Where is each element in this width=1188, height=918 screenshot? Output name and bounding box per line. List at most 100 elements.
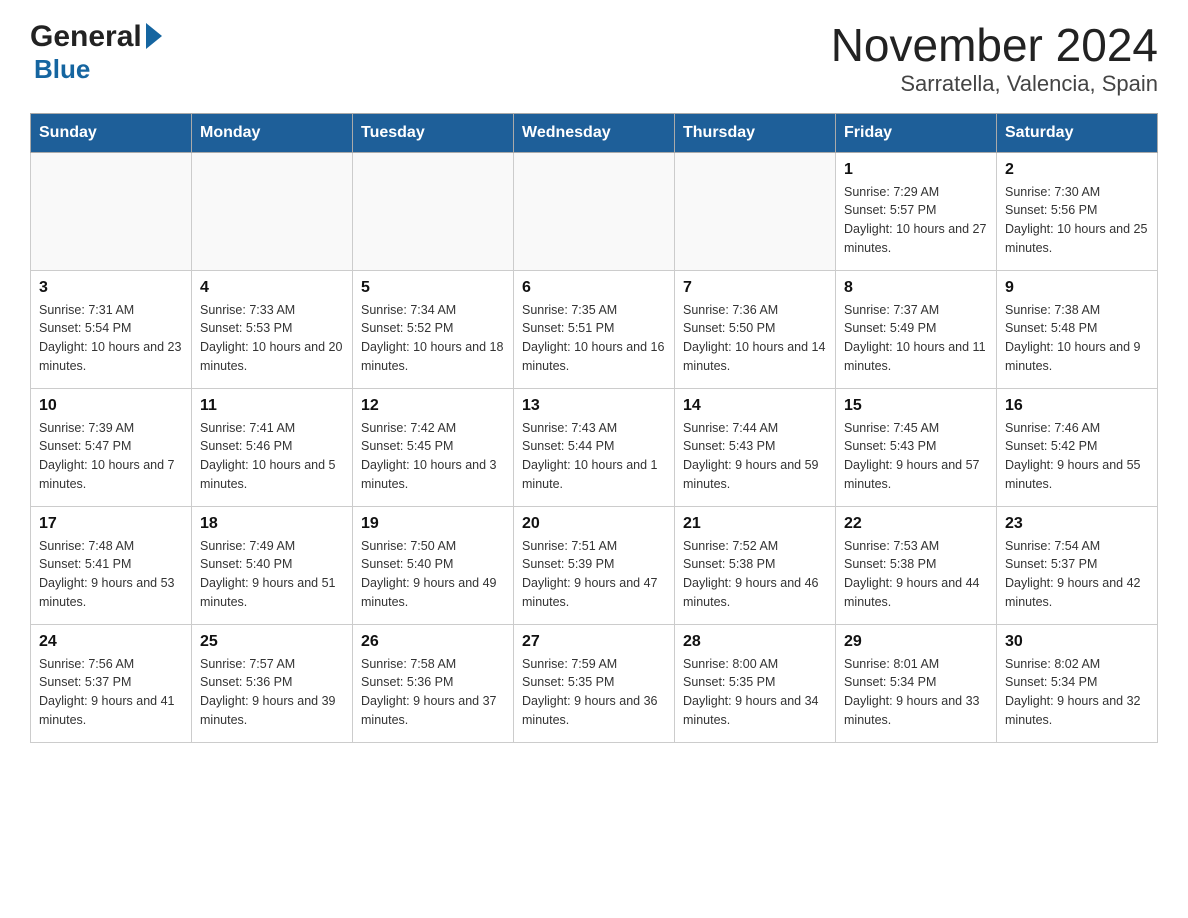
calendar-cell: 21 Sunrise: 7:52 AM Sunset: 5:38 PM Dayli… (675, 506, 836, 624)
calendar-cell: 7 Sunrise: 7:36 AM Sunset: 5:50 PM Daylig… (675, 270, 836, 388)
day-info: Sunrise: 7:44 AM Sunset: 5:43 PM Dayligh… (683, 419, 827, 494)
calendar-cell: 2 Sunrise: 7:30 AM Sunset: 5:56 PM Daylig… (997, 152, 1158, 270)
week-row-0: 1Sunrise: 7:29 AM Sunset: 5:57 PM Daylig… (31, 152, 1158, 270)
logo-blue-text: Blue (34, 54, 90, 84)
logo: General Blue (30, 20, 164, 85)
day-info: Sunrise: 7:54 AM Sunset: 5:37 PM Dayligh… (1005, 537, 1149, 612)
day-number: 12 (361, 397, 505, 415)
day-number: 24 (39, 633, 183, 651)
weekday-header-wednesday: Wednesday (514, 113, 675, 152)
calendar-cell: 24 Sunrise: 7:56 AM Sunset: 5:37 PM Dayli… (31, 624, 192, 742)
calendar-cell (31, 152, 192, 270)
day-info: Sunrise: 7:33 AM Sunset: 5:53 PM Dayligh… (200, 301, 344, 376)
weekday-header-saturday: Saturday (997, 113, 1158, 152)
calendar-cell: 12 Sunrise: 7:42 AM Sunset: 5:45 PM Dayli… (353, 388, 514, 506)
day-info: Sunrise: 7:43 AM Sunset: 5:44 PM Dayligh… (522, 419, 666, 494)
calendar-cell: 19 Sunrise: 7:50 AM Sunset: 5:40 PM Dayli… (353, 506, 514, 624)
day-number: 30 (1005, 633, 1149, 651)
calendar-cell: 26Sunrise: 7:58 AM Sunset: 5:36 PM Dayli… (353, 624, 514, 742)
calendar-cell: 13 Sunrise: 7:43 AM Sunset: 5:44 PM Dayli… (514, 388, 675, 506)
day-info: Sunrise: 7:35 AM Sunset: 5:51 PM Dayligh… (522, 301, 666, 376)
day-info: Sunrise: 7:39 AM Sunset: 5:47 PM Dayligh… (39, 419, 183, 494)
calendar-title: November 2024 (831, 20, 1158, 71)
week-row-3: 17 Sunrise: 7:48 AM Sunset: 5:41 PM Dayli… (31, 506, 1158, 624)
day-number: 13 (522, 397, 666, 415)
logo-triangle-icon (142, 21, 164, 51)
day-info: Sunrise: 7:31 AM Sunset: 5:54 PM Dayligh… (39, 301, 183, 376)
header: General Blue November 2024 Sarratella, V… (30, 20, 1158, 97)
day-info: Sunrise: 8:00 AM Sunset: 5:35 PM Dayligh… (683, 655, 827, 730)
calendar-cell: 30Sunrise: 8:02 AM Sunset: 5:34 PM Dayli… (997, 624, 1158, 742)
calendar-cell: 23 Sunrise: 7:54 AM Sunset: 5:37 PM Dayli… (997, 506, 1158, 624)
day-number: 25 (200, 633, 344, 651)
day-number: 27 (522, 633, 666, 651)
day-number: 10 (39, 397, 183, 415)
day-number: 3 (39, 279, 183, 297)
day-number: 6 (522, 279, 666, 297)
calendar-cell: 8 Sunrise: 7:37 AM Sunset: 5:49 PM Daylig… (836, 270, 997, 388)
weekday-header-friday: Friday (836, 113, 997, 152)
day-info: Sunrise: 7:46 AM Sunset: 5:42 PM Dayligh… (1005, 419, 1149, 494)
day-number: 19 (361, 515, 505, 533)
day-number: 11 (200, 397, 344, 415)
day-number: 4 (200, 279, 344, 297)
weekday-header-tuesday: Tuesday (353, 113, 514, 152)
day-number: 7 (683, 279, 827, 297)
calendar-cell: 10 Sunrise: 7:39 AM Sunset: 5:47 PM Dayli… (31, 388, 192, 506)
calendar-cell: 27 Sunrise: 7:59 AM Sunset: 5:35 PM Dayli… (514, 624, 675, 742)
day-info: Sunrise: 7:51 AM Sunset: 5:39 PM Dayligh… (522, 537, 666, 612)
day-number: 5 (361, 279, 505, 297)
day-number: 16 (1005, 397, 1149, 415)
calendar-cell: 16 Sunrise: 7:46 AM Sunset: 5:42 PM Dayli… (997, 388, 1158, 506)
day-number: 26 (361, 633, 505, 651)
title-area: November 2024 Sarratella, Valencia, Spai… (831, 20, 1158, 97)
calendar-cell: 1Sunrise: 7:29 AM Sunset: 5:57 PM Daylig… (836, 152, 997, 270)
week-row-1: 3 Sunrise: 7:31 AM Sunset: 5:54 PM Daylig… (31, 270, 1158, 388)
day-number: 22 (844, 515, 988, 533)
calendar-cell (675, 152, 836, 270)
day-info: Sunrise: 7:30 AM Sunset: 5:56 PM Dayligh… (1005, 183, 1149, 258)
calendar-header-row: SundayMondayTuesdayWednesdayThursdayFrid… (31, 113, 1158, 152)
day-info: Sunrise: 8:01 AM Sunset: 5:34 PM Dayligh… (844, 655, 988, 730)
day-info: Sunrise: 7:52 AM Sunset: 5:38 PM Dayligh… (683, 537, 827, 612)
calendar-cell: 22 Sunrise: 7:53 AM Sunset: 5:38 PM Dayli… (836, 506, 997, 624)
calendar-cell (353, 152, 514, 270)
calendar-cell: 9 Sunrise: 7:38 AM Sunset: 5:48 PM Daylig… (997, 270, 1158, 388)
day-info: Sunrise: 7:45 AM Sunset: 5:43 PM Dayligh… (844, 419, 988, 494)
logo-general-text: General (30, 20, 142, 54)
day-number: 9 (1005, 279, 1149, 297)
day-info: Sunrise: 7:56 AM Sunset: 5:37 PM Dayligh… (39, 655, 183, 730)
day-number: 21 (683, 515, 827, 533)
day-info: Sunrise: 7:42 AM Sunset: 5:45 PM Dayligh… (361, 419, 505, 494)
calendar-cell: 15Sunrise: 7:45 AM Sunset: 5:43 PM Dayli… (836, 388, 997, 506)
day-info: Sunrise: 7:50 AM Sunset: 5:40 PM Dayligh… (361, 537, 505, 612)
day-number: 2 (1005, 161, 1149, 179)
day-number: 17 (39, 515, 183, 533)
weekday-header-monday: Monday (192, 113, 353, 152)
calendar-cell: 4 Sunrise: 7:33 AM Sunset: 5:53 PM Daylig… (192, 270, 353, 388)
day-info: Sunrise: 7:49 AM Sunset: 5:40 PM Dayligh… (200, 537, 344, 612)
week-row-4: 24 Sunrise: 7:56 AM Sunset: 5:37 PM Dayli… (31, 624, 1158, 742)
week-row-2: 10 Sunrise: 7:39 AM Sunset: 5:47 PM Dayli… (31, 388, 1158, 506)
day-number: 8 (844, 279, 988, 297)
calendar-cell: 28 Sunrise: 8:00 AM Sunset: 5:35 PM Dayli… (675, 624, 836, 742)
day-info: Sunrise: 7:59 AM Sunset: 5:35 PM Dayligh… (522, 655, 666, 730)
day-number: 28 (683, 633, 827, 651)
day-info: Sunrise: 7:36 AM Sunset: 5:50 PM Dayligh… (683, 301, 827, 376)
day-number: 14 (683, 397, 827, 415)
day-info: Sunrise: 7:34 AM Sunset: 5:52 PM Dayligh… (361, 301, 505, 376)
weekday-header-thursday: Thursday (675, 113, 836, 152)
day-info: Sunrise: 7:29 AM Sunset: 5:57 PM Dayligh… (844, 183, 988, 258)
calendar-cell: 6 Sunrise: 7:35 AM Sunset: 5:51 PM Daylig… (514, 270, 675, 388)
calendar-cell: 25Sunrise: 7:57 AM Sunset: 5:36 PM Dayli… (192, 624, 353, 742)
calendar-cell: 29Sunrise: 8:01 AM Sunset: 5:34 PM Dayli… (836, 624, 997, 742)
calendar-cell: 18Sunrise: 7:49 AM Sunset: 5:40 PM Dayli… (192, 506, 353, 624)
calendar-cell (192, 152, 353, 270)
day-info: Sunrise: 7:38 AM Sunset: 5:48 PM Dayligh… (1005, 301, 1149, 376)
day-number: 20 (522, 515, 666, 533)
day-info: Sunrise: 7:37 AM Sunset: 5:49 PM Dayligh… (844, 301, 988, 376)
day-info: Sunrise: 7:48 AM Sunset: 5:41 PM Dayligh… (39, 537, 183, 612)
day-info: Sunrise: 7:53 AM Sunset: 5:38 PM Dayligh… (844, 537, 988, 612)
calendar-cell: 3 Sunrise: 7:31 AM Sunset: 5:54 PM Daylig… (31, 270, 192, 388)
day-number: 23 (1005, 515, 1149, 533)
